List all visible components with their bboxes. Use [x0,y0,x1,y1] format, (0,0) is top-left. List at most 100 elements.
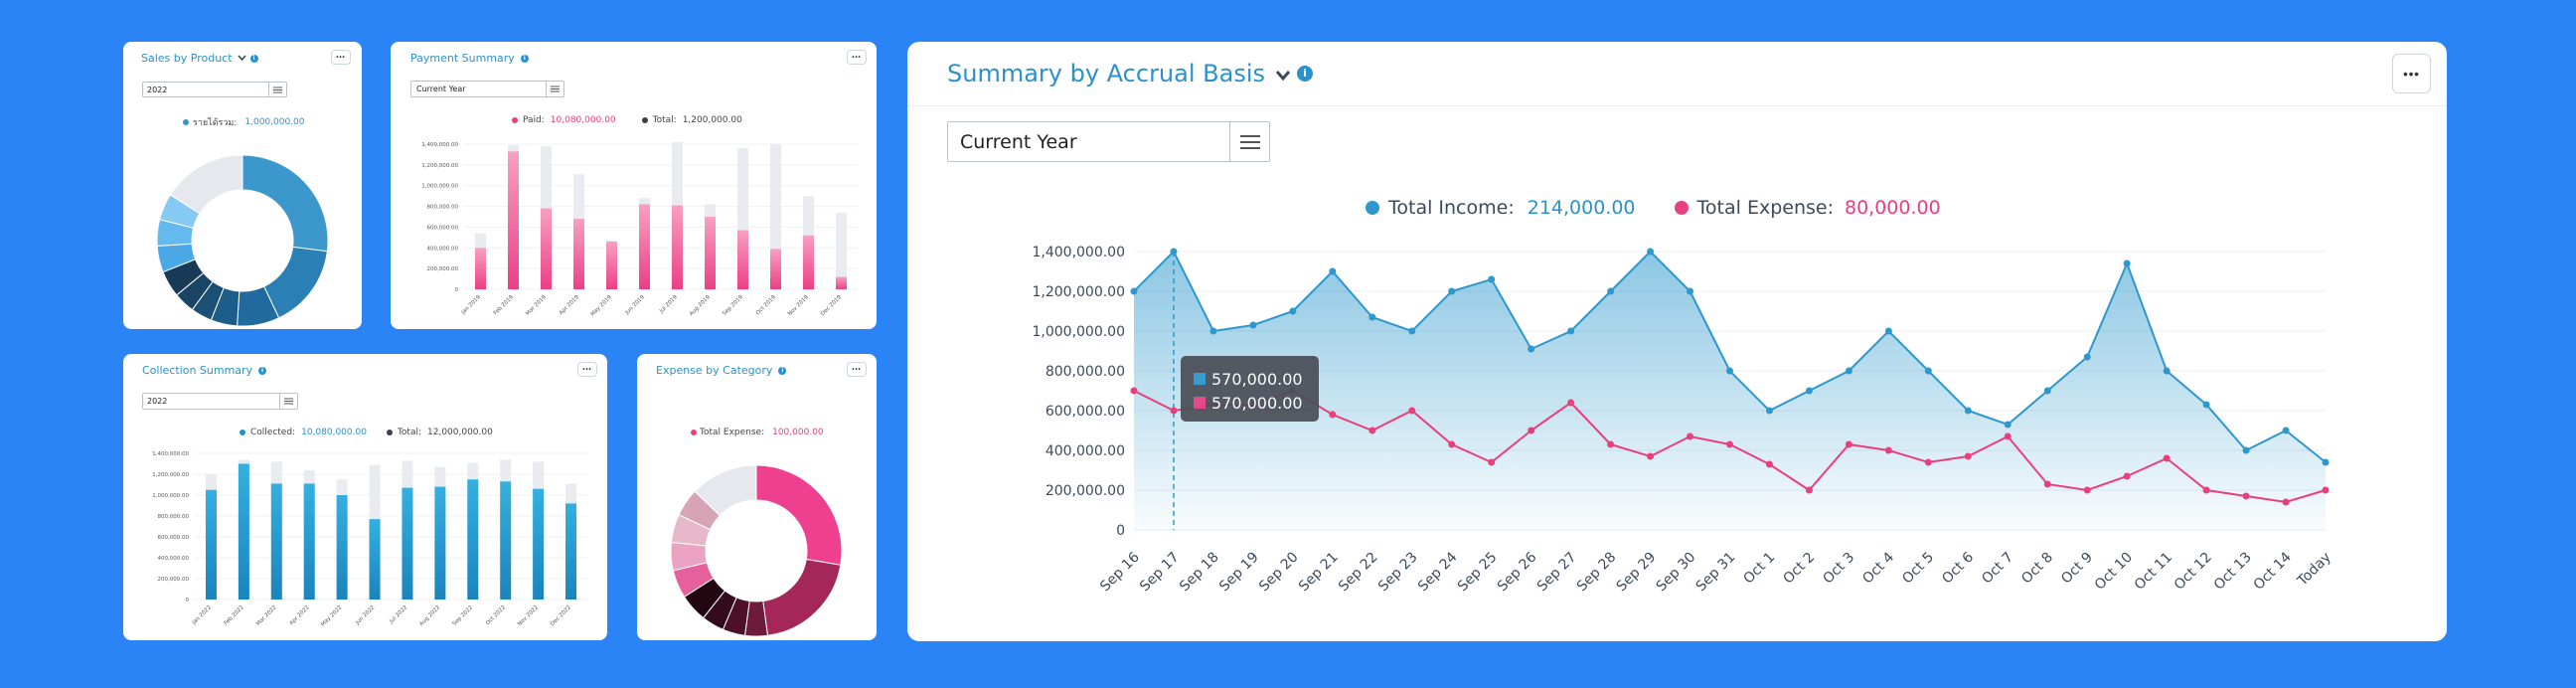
bar-value [803,235,814,289]
expense-point [1964,452,1972,460]
y-tick-label: 0 [1116,523,1125,539]
bar-value [705,217,716,289]
income-point [1130,287,1138,295]
expense-point [1687,432,1694,440]
x-tick-label: May 2022 [320,604,343,627]
donut-slice-0 [242,154,329,253]
bar-value [770,249,781,289]
accrual-area-chart: 0 200,000.00 400,000.00 600,000.00 800,000.0… [1032,245,2334,596]
expense-point [2004,432,2012,440]
x-tick-label: Jun 2022 [354,604,376,626]
x-tick-label: Sep 2022 [451,604,474,627]
y-tick-label: 1,000,000.00 [152,493,189,499]
payment-summary-card: Payment Summary i ••• Current Year Paid:… [391,42,877,329]
y-tick-label: 800,000.00 [158,514,190,520]
expense-point [1765,460,1773,468]
y-tick-label: 600,000.00 [427,225,459,231]
chart-tooltip: 570,000.00 570,000.00 [1181,356,1319,422]
x-tick-label: Feb 2022 [224,604,245,626]
x-tick-label: Sep 23 [1375,550,1421,596]
collection-summary-card: Collection Summary i ••• 2022 Collected:… [123,354,607,640]
x-tick-label: Sep 24 [1415,549,1461,595]
x-tick-label: Sep 25 [1455,550,1501,596]
expense-point [1170,407,1178,415]
x-tick-label: Sep 20 [1256,550,1302,596]
x-tick-label: Jan 2019 [460,294,482,316]
bar-value [508,151,519,289]
income-point [2123,259,2131,267]
expense-point [2322,486,2330,494]
y-tick-label: 200,000.00 [158,577,190,583]
bar-value [434,486,446,600]
income-point [2083,353,2091,361]
y-tick-label: 400,000.00 [427,246,459,252]
x-tick-label: Sep 21 [1296,550,1342,596]
x-tick-label: Oct 4 [1859,549,1897,587]
accrual-summary-card: Summary by Accrual Basis i ••• Current Y… [907,42,2447,641]
x-tick-label: Sep 27 [1534,550,1580,596]
expense-point [2043,480,2051,488]
donut-slice-1 [762,558,842,636]
income-point [2043,387,2051,395]
expense-point [2083,486,2091,494]
expense-point [1130,387,1138,395]
income-point [1607,287,1615,295]
income-point [1289,307,1297,315]
y-tick-label: 400,000.00 [158,556,190,562]
x-tick-label: Sep 28 [1574,550,1620,596]
income-point [1647,248,1655,256]
y-tick-label: 1,200,000.00 [1032,284,1125,300]
bar-value [303,483,315,600]
y-tick-label: 1,000,000.00 [421,184,458,190]
expense-point [1567,399,1575,407]
bar-value [369,519,381,600]
tooltip-income-value: 570,000.00 [1211,369,1303,389]
x-tick-label: Sep 18 [1177,550,1222,596]
bar-value [238,463,249,600]
x-tick-label: Nov 2019 [787,294,810,317]
bar-value [500,481,512,600]
bar-value [639,204,650,289]
expense-point [1924,458,1932,466]
x-tick-label: Oct 13 [2211,550,2255,594]
x-tick-label: May 2019 [589,294,613,318]
bar-value [533,488,545,600]
income-point [2242,446,2250,454]
x-tick-label: Sep 19 [1216,550,1262,596]
bar-value [573,219,584,289]
expense-point [1448,440,1456,448]
x-tick-label: Apr 2022 [289,604,311,626]
x-tick-label: Oct 10 [2092,550,2136,594]
expense-donut-chart [670,464,843,637]
y-tick-label: 0 [455,287,459,293]
x-tick-label: Sep 17 [1137,550,1183,596]
bar-value [205,489,217,600]
payment-bar-chart: 0 200,000.00 400,000.00 600,000.00 800,000.0… [421,141,858,318]
expense-point [2123,472,2131,480]
expense-point [2242,492,2250,500]
x-tick-label: Oct 5 [1899,550,1937,588]
bar-value [402,487,413,600]
tooltip-expense-swatch [1194,397,1206,409]
income-point [1170,248,1178,256]
income-point [2322,458,2330,466]
expense-point [2163,454,2171,462]
y-tick-label: 600,000.00 [1046,404,1125,420]
income-point [1488,275,1496,283]
income-point [1765,407,1773,415]
income-point [1329,267,1337,275]
x-tick-label: Oct 11 [2132,550,2175,594]
expense-point [1368,427,1376,434]
bar-value [565,503,577,600]
sales-by-product-card: Sales by Product i ••• 2022 รายได้รวม: 1… [123,42,362,329]
y-tick-label: 400,000.00 [1046,443,1125,459]
x-tick-label: Oct 14 [2251,549,2295,593]
y-tick-label: 1,400,000.00 [421,142,458,148]
expense-by-category-card: Expense by Category i ••• Total Expense:… [637,354,877,640]
y-tick-label: 1,400,000.00 [152,451,189,457]
x-tick-label: Oct 1 [1740,550,1778,588]
income-point [1845,367,1852,375]
x-tick-label: Oct 8 [2018,550,2056,588]
tooltip-expense-value: 570,000.00 [1211,393,1303,413]
y-tick-label: 200,000.00 [1046,483,1125,499]
